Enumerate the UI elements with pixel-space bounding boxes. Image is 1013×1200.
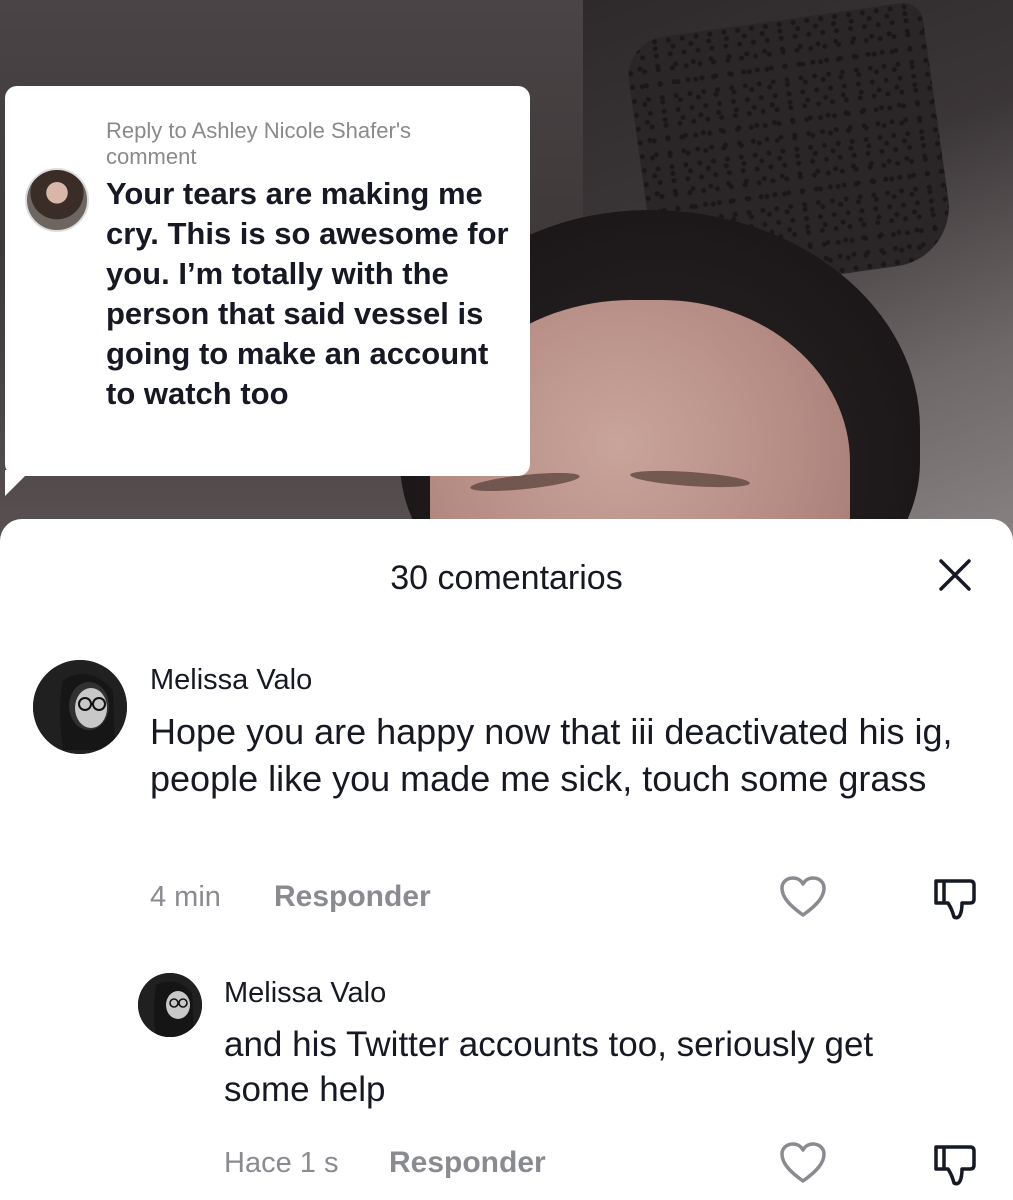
avatar[interactable]: [33, 660, 127, 754]
comment-item: Melissa Valo Hope you are happy now that…: [0, 519, 1013, 939]
reply-button[interactable]: Responder: [274, 880, 431, 914]
comment-author[interactable]: Melissa Valo: [224, 977, 386, 1010]
sticker-reply-header: Reply to Ashley Nicole Shafer's comment: [106, 118, 412, 169]
avatar: [25, 168, 89, 232]
sticker-tail: [5, 470, 31, 496]
right-eyebrow: [629, 467, 751, 491]
comment-reply-item: Melissa Valo and his Twitter accounts to…: [0, 939, 1013, 1200]
comment-timestamp: Hace 1 s: [224, 1147, 339, 1179]
comment-timestamp: 4 min: [150, 881, 221, 913]
comments-sheet: 30 comentarios Melissa Valo Hope you are…: [0, 519, 1013, 1200]
thumbs-down-icon[interactable]: [932, 1143, 978, 1192]
comment-text: Hope you are happy now that iii deactiva…: [150, 711, 953, 799]
heart-icon[interactable]: [779, 875, 827, 924]
reply-comment-sticker[interactable]: Reply to Ashley Nicole Shafer's comment …: [5, 86, 530, 476]
comment-author[interactable]: Melissa Valo: [150, 664, 312, 697]
reply-button[interactable]: Responder: [389, 1146, 546, 1180]
heart-icon[interactable]: [779, 1141, 827, 1190]
thumbs-down-icon[interactable]: [932, 877, 978, 926]
sticker-comment-text: Your tears are making me cry. This is so…: [106, 176, 509, 411]
avatar[interactable]: [138, 973, 202, 1037]
comment-text: and his Twitter accounts too, seriously …: [224, 1025, 874, 1109]
